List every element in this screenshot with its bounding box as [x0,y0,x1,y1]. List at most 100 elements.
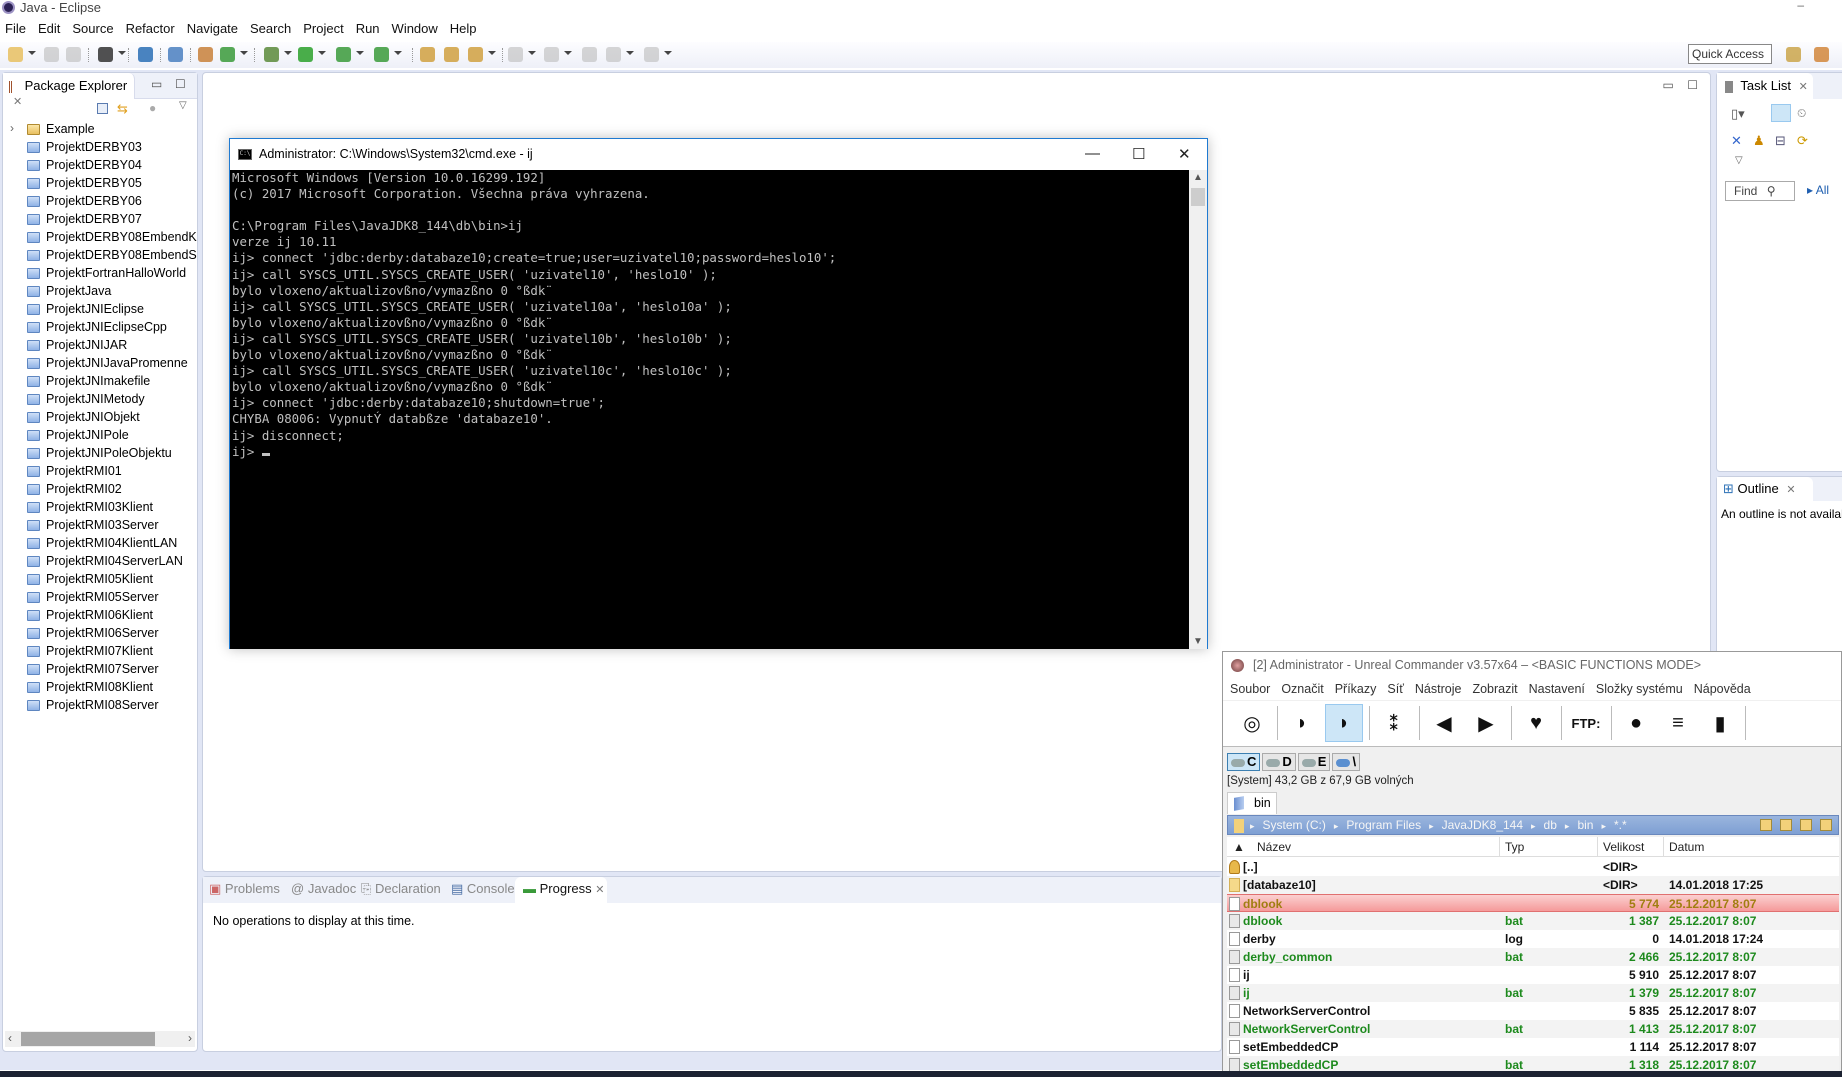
new-icon[interactable] [8,47,23,62]
sync-icon[interactable]: ⟳ [1797,133,1808,149]
chevron-down-icon[interactable] [528,51,536,55]
last-edit-icon[interactable] [582,47,597,62]
file-row[interactable]: derby_common bat 2 466 25.12.2017 8:07 [1227,948,1839,966]
chevron-down-icon[interactable] [28,51,36,55]
console-output[interactable]: Microsoft Windows [Version 10.0.16299.19… [230,170,1190,649]
column-name[interactable]: Název [1257,840,1291,854]
view-menu-icon[interactable]: ▽ [1735,155,1743,166]
scroll-right-icon[interactable]: › [188,1031,192,1045]
tree-item-project[interactable]: ProjektJava [3,283,197,301]
minimize-view-icon[interactable]: ▭ [151,77,162,91]
new-java-package-icon[interactable] [198,47,213,62]
chevron-right-icon[interactable]: › [10,121,14,135]
next-annotation-icon[interactable] [508,47,523,62]
tab-outline[interactable]: ⊞ Outline ✕ [1717,477,1813,501]
scroll-down-icon[interactable]: ▼ [1193,636,1203,647]
menu-edit[interactable]: Edit [32,18,66,36]
tree-item-project[interactable]: ProjektRMI07Klient [3,643,197,661]
debug-icon[interactable] [264,47,279,62]
column-size[interactable]: Velikost [1603,840,1644,854]
tree-item-project[interactable]: ProjektDERBY03 [3,139,197,157]
uc-title-bar[interactable]: [2] Administrator - Unreal Commander v3.… [1223,652,1841,678]
open-type-icon[interactable] [420,47,435,62]
menu-run[interactable]: Run [350,18,386,36]
column-divider[interactable] [1663,837,1664,857]
collapse-all-icon[interactable]: ⊟ [1775,133,1786,149]
task-find-input[interactable]: Find ⚲ [1725,181,1795,201]
chevron-down-icon[interactable] [240,51,248,55]
file-row[interactable]: ij bat 1 379 25.12.2017 8:07 [1227,984,1839,1002]
breadcrumb-item[interactable]: Program Files [1346,818,1421,832]
sync-dirs-icon[interactable]: ≡ [1659,704,1697,742]
tree-item-project[interactable]: ProjektJNIJavaPromenne [3,355,197,373]
drive-button[interactable]: \ [1332,753,1361,771]
tab-bin[interactable]: bin [1227,792,1277,814]
tree-item-project[interactable]: ProjektDERBY06 [3,193,197,211]
open-perspective-icon[interactable] [1786,47,1801,62]
tree-item-project[interactable]: ProjektRMI04KlientLAN [3,535,197,553]
scroll-up-icon[interactable]: ▲ [1193,172,1203,183]
filters-icon[interactable]: ● [149,101,156,115]
uc-menu-item[interactable]: Označit [1274,678,1327,696]
tab-declaration[interactable]: ⎘ Declaration [361,881,441,897]
file-row[interactable]: derby log 0 14.01.2018 17:24 [1227,930,1839,948]
tree-item-project[interactable]: ProjektDERBY05 [3,175,197,193]
chevron-down-icon[interactable] [118,51,126,55]
tree-item-project[interactable]: ProjektJNIPoleObjektu [3,445,197,463]
tab-task-list[interactable]: Task List ✕ [1717,73,1813,99]
tree-item-project[interactable]: ProjektJNIPole [3,427,197,445]
column-divider[interactable] [1597,837,1598,857]
parent-dir-icon[interactable] [1780,819,1792,831]
breadcrumb-item[interactable]: *.* [1614,818,1627,832]
search-icon[interactable]: ● [1617,704,1655,742]
new-task-icon[interactable]: ▯▾ [1731,106,1745,122]
chevron-down-icon[interactable] [564,51,572,55]
close-icon[interactable]: ✕ [13,96,22,108]
focus-icon[interactable]: ♟ [1753,133,1765,149]
tree-item-project[interactable]: ProjektJNIObjekt [3,409,197,427]
chevron-down-icon[interactable] [394,51,402,55]
tree-item-project[interactable]: ProjektJNIEclipseCpp [3,319,197,337]
external-tools-icon[interactable] [374,47,389,62]
file-row[interactable]: [databaze10] <DIR> 14.01.2018 17:25 [1227,876,1839,894]
forward-icon[interactable]: ▶ [1467,704,1505,742]
run-icon[interactable] [298,47,313,62]
breadcrumb-item[interactable]: bin [1577,818,1593,832]
tree-item-project[interactable]: ProjektRMI08Server [3,697,197,715]
new-class-icon[interactable] [220,47,235,62]
tree-item-project[interactable]: ProjektJNIMetody [3,391,197,409]
console-prompt-line[interactable]: ij> [232,444,1190,460]
window-minimize-button[interactable]: – [1797,0,1834,12]
breadcrumb-item[interactable]: db [1544,818,1557,832]
menu-source[interactable]: Source [66,18,119,36]
coverage-icon[interactable] [336,47,351,62]
tree-item-project[interactable]: ProjektRMI06Server [3,625,197,643]
tree-item-project[interactable]: ProjektRMI03Server [3,517,197,535]
file-row[interactable]: ij 5 910 25.12.2017 8:07 [1227,966,1839,984]
breadcrumb-item[interactable]: System (C:) [1263,818,1326,832]
tree-item-project[interactable]: ProjektRMI02 [3,481,197,499]
column-date[interactable]: Datum [1669,840,1704,854]
chevron-down-icon[interactable] [318,51,326,55]
chevron-down-icon[interactable] [664,51,672,55]
tab-progress[interactable]: ▬ Progress ✕ [523,881,605,896]
scrollbar-thumb[interactable] [1191,188,1205,206]
sort-ascending-icon[interactable]: ▲ [1233,840,1245,854]
tree-item-project[interactable]: ProjektDERBY08EmbendServer [3,247,197,265]
back-icon[interactable] [606,47,621,62]
collapse-all-icon[interactable] [97,103,108,114]
ftp-button[interactable]: FTP: [1567,704,1605,742]
tree-item-project[interactable]: ProjektDERBY07 [3,211,197,229]
toggle-mark-icon[interactable] [168,47,183,62]
file-row[interactable]: NetworkServerControl 5 835 25.12.2017 8:07 [1227,1002,1839,1020]
history-icon[interactable] [1820,819,1832,831]
file-row[interactable]: NetworkServerControl bat 1 413 25.12.2017 8… [1227,1020,1839,1038]
close-button[interactable]: ✕ [1178,145,1191,163]
tab-console[interactable]: ▤ Console [451,881,515,897]
drive-button[interactable]: E [1297,753,1331,771]
chevron-down-icon[interactable] [284,51,292,55]
favorites-icon[interactable]: ♥ [1517,704,1555,742]
tree-item-project[interactable]: ProjektRMI08Klient [3,679,197,697]
horizontal-scrollbar[interactable]: ‹ › [5,1031,195,1047]
scrollbar-thumb[interactable] [21,1032,155,1046]
